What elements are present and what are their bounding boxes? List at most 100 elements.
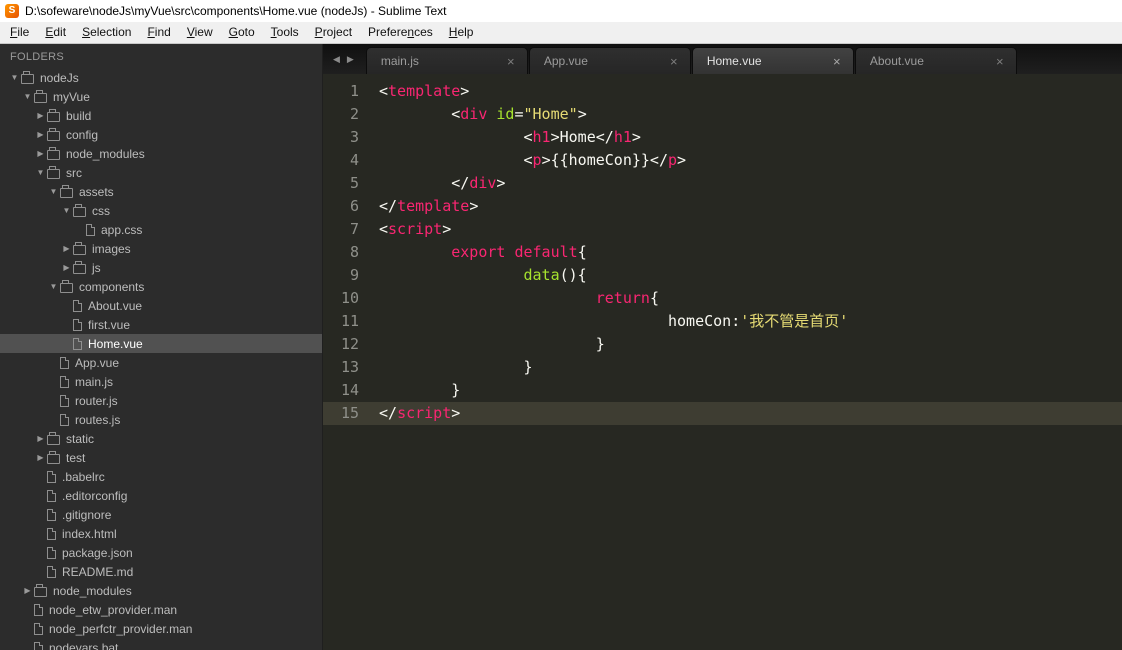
code-line-4[interactable]: 4 <p>{{homeCon}}</p>	[323, 149, 1122, 172]
code-line-7[interactable]: 7 <script>	[323, 218, 1122, 241]
expand-arrow-icon[interactable]: ▶	[34, 434, 47, 443]
tab-app.vue[interactable]: App.vue ×	[528, 47, 691, 74]
tree-item-config[interactable]: ▶ config	[0, 125, 322, 144]
folder-icon	[60, 279, 73, 293]
expand-arrow-icon[interactable]: ▶	[34, 453, 47, 462]
menu-find[interactable]: Find	[139, 22, 178, 43]
tree-item-assets[interactable]: ▼ assets	[0, 182, 322, 201]
code-text: <template>	[379, 82, 470, 100]
line-number: 4	[349, 151, 359, 169]
close-icon[interactable]: ×	[829, 54, 845, 69]
tree-item-nodejs[interactable]: ▼ nodeJs	[0, 68, 322, 87]
code-area[interactable]: 1 <template> 2 <div id="Home"> 3 <h1>Home</…	[323, 74, 1122, 650]
tree-item-.editorconfig[interactable]: .editorconfig	[0, 486, 322, 505]
tree-item-label: static	[66, 431, 95, 446]
code-line-9[interactable]: 9 data(){	[323, 264, 1122, 287]
menu-file[interactable]: File	[2, 22, 37, 43]
code-line-15[interactable]: 15 </script>	[323, 402, 1122, 425]
tree-item-label: src	[66, 165, 82, 180]
close-icon[interactable]: ×	[666, 54, 682, 69]
code-line-13[interactable]: 13 }	[323, 356, 1122, 379]
tree-item-first.vue[interactable]: first.vue	[0, 315, 322, 334]
tab-about.vue[interactable]: About.vue ×	[854, 47, 1017, 74]
tree-item-label: myVue	[53, 89, 90, 104]
tree-item-js[interactable]: ▶ js	[0, 258, 322, 277]
tab-main.js[interactable]: main.js ×	[365, 47, 528, 74]
menu-view[interactable]: View	[179, 22, 221, 43]
code-line-8[interactable]: 8 export default{	[323, 241, 1122, 264]
expand-arrow-icon[interactable]: ▶	[34, 130, 47, 139]
expand-arrow-icon[interactable]: ▶	[60, 263, 73, 272]
menu-bar: File Edit Selection Find View Goto Tools Projec…	[0, 22, 1122, 44]
menu-help[interactable]: Help	[441, 22, 482, 43]
tree-item-test[interactable]: ▶ test	[0, 448, 322, 467]
expand-arrow-icon[interactable]: ▶	[34, 111, 47, 120]
code-line-14[interactable]: 14 }	[323, 379, 1122, 402]
tree-item-readme.md[interactable]: README.md	[0, 562, 322, 581]
tree-item-node_modules[interactable]: ▶ node_modules	[0, 581, 322, 600]
tree-item-router.js[interactable]: router.js	[0, 391, 322, 410]
tree-item-.babelrc[interactable]: .babelrc	[0, 467, 322, 486]
tab-nav-back-icon[interactable]: ◀	[333, 54, 340, 65]
tree-item-routes.js[interactable]: routes.js	[0, 410, 322, 429]
menu-selection[interactable]: Selection	[74, 22, 139, 43]
tree-item-about.vue[interactable]: About.vue	[0, 296, 322, 315]
tree-item-node_etw_provider.man[interactable]: node_etw_provider.man	[0, 600, 322, 619]
tree-item-nodevars.bat[interactable]: nodevars.bat	[0, 638, 322, 650]
code-line-5[interactable]: 5 </div>	[323, 172, 1122, 195]
tree-item-src[interactable]: ▼ src	[0, 163, 322, 182]
tree-item-.gitignore[interactable]: .gitignore	[0, 505, 322, 524]
code-line-10[interactable]: 10 return{	[323, 287, 1122, 310]
collapse-arrow-icon[interactable]: ▼	[60, 206, 73, 215]
tree-item-label: app.css	[101, 222, 143, 237]
folder-icon	[73, 260, 86, 274]
tree-item-label: images	[92, 241, 131, 256]
menu-project[interactable]: Project	[307, 22, 360, 43]
tree-item-static[interactable]: ▶ static	[0, 429, 322, 448]
tree-item-index.html[interactable]: index.html	[0, 524, 322, 543]
tree-item-node_perfctr_provider.man[interactable]: node_perfctr_provider.man	[0, 619, 322, 638]
tree-item-node_modules[interactable]: ▶ node_modules	[0, 144, 322, 163]
tree-item-app.css[interactable]: app.css	[0, 220, 322, 239]
menu-tools[interactable]: Tools	[263, 22, 307, 43]
tree-item-components[interactable]: ▼ components	[0, 277, 322, 296]
tab-home.vue[interactable]: Home.vue ×	[691, 47, 854, 74]
menu-goto[interactable]: Goto	[221, 22, 263, 43]
collapse-arrow-icon[interactable]: ▼	[8, 73, 21, 82]
file-icon	[47, 527, 56, 540]
expand-arrow-icon[interactable]: ▶	[60, 244, 73, 253]
collapse-arrow-icon[interactable]: ▼	[21, 92, 34, 101]
close-icon[interactable]: ×	[503, 54, 519, 69]
code-line-2[interactable]: 2 <div id="Home">	[323, 103, 1122, 126]
tree-item-package.json[interactable]: package.json	[0, 543, 322, 562]
code-line-3[interactable]: 3 <h1>Home</h1>	[323, 126, 1122, 149]
line-number: 11	[340, 312, 359, 330]
line-number: 14	[340, 381, 359, 399]
menu-edit[interactable]: Edit	[37, 22, 74, 43]
tree-item-images[interactable]: ▶ images	[0, 239, 322, 258]
tree-item-build[interactable]: ▶ build	[0, 106, 322, 125]
code-line-1[interactable]: 1 <template>	[323, 80, 1122, 103]
window-title: D:\sofeware\nodeJs\myVue\src\components\…	[25, 4, 447, 18]
tree-item-label: build	[66, 108, 92, 123]
file-icon	[47, 508, 56, 521]
tree-item-myvue[interactable]: ▼ myVue	[0, 87, 322, 106]
menu-preferences[interactable]: Preferences	[360, 22, 441, 43]
tree-item-home.vue[interactable]: Home.vue	[0, 334, 322, 353]
code-line-6[interactable]: 6 </template>	[323, 195, 1122, 218]
folders-header: FOLDERS	[10, 51, 65, 63]
file-icon	[47, 489, 56, 502]
collapse-arrow-icon[interactable]: ▼	[34, 168, 47, 177]
tree-item-app.vue[interactable]: App.vue	[0, 353, 322, 372]
collapse-arrow-icon[interactable]: ▼	[47, 282, 60, 291]
code-line-11[interactable]: 11 homeCon:'我不管是首页'	[323, 310, 1122, 333]
expand-arrow-icon[interactable]: ▶	[34, 149, 47, 158]
line-number: 5	[349, 174, 359, 192]
collapse-arrow-icon[interactable]: ▼	[47, 187, 60, 196]
tab-nav-forward-icon[interactable]: ▶	[347, 54, 354, 65]
close-icon[interactable]: ×	[992, 54, 1008, 69]
tree-item-css[interactable]: ▼ css	[0, 201, 322, 220]
code-line-12[interactable]: 12 }	[323, 333, 1122, 356]
expand-arrow-icon[interactable]: ▶	[21, 586, 34, 595]
tree-item-main.js[interactable]: main.js	[0, 372, 322, 391]
